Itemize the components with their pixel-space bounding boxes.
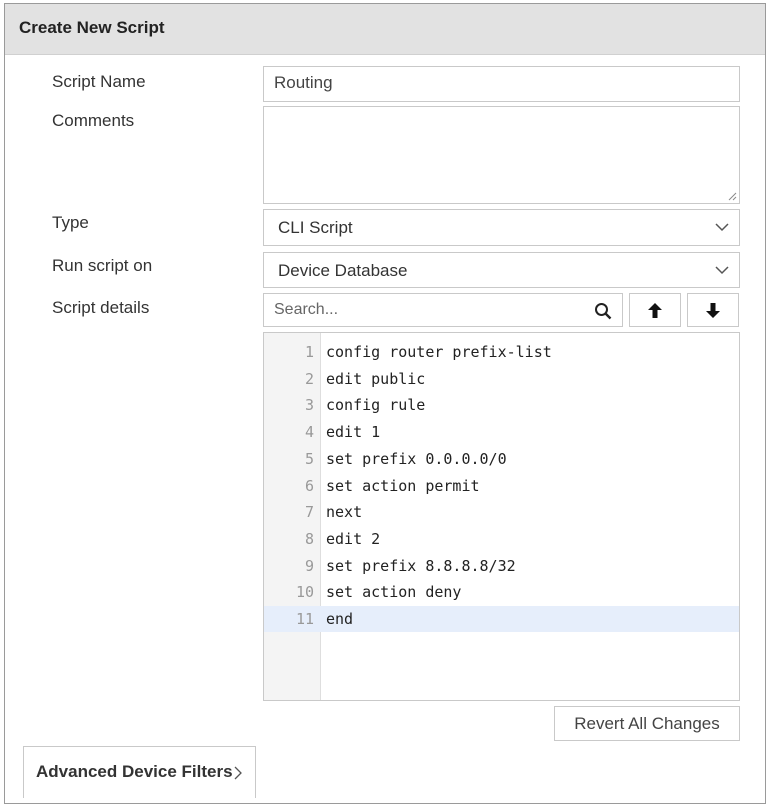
code-text: end [326,610,354,628]
line-number: 5 [304,449,314,468]
run-on-label: Run script on [52,256,153,275]
code-line[interactable]: 1 config router prefix-list [264,339,739,365]
code-text: set prefix 8.8.8.8/32 [326,556,516,575]
resize-grip-icon[interactable] [727,191,737,201]
line-number: 6 [304,476,314,495]
type-label: Type [52,213,89,232]
create-script-dialog: Create New Script Script Name Routing Co… [4,3,766,804]
search-prev-button[interactable] [629,293,681,327]
code-text: config rule [326,396,426,415]
chevron-down-icon [715,223,729,232]
line-number: 11 [295,610,314,628]
code-line[interactable]: 6 set action permit [264,473,739,499]
advanced-device-filters-label: Advanced Device Filters [36,762,233,781]
line-number: 9 [304,556,314,575]
run-on-value: Device Database [278,261,408,280]
script-code-editor[interactable]: 1 config router prefix-list 2 edit public 3 c… [263,332,740,701]
search-input[interactable]: Search... [263,293,623,327]
chevron-right-icon [234,766,242,780]
line-number: 1 [304,343,314,361]
search-next-button[interactable] [687,293,739,327]
run-on-select[interactable]: Device Database [263,252,740,288]
code-line[interactable]: 9 set prefix 8.8.8.8/32 [264,553,739,579]
line-number: 8 [304,529,314,548]
script-name-value: Routing [274,73,333,92]
advanced-device-filters-toggle[interactable]: Advanced Device Filters [23,746,256,798]
script-name-input[interactable]: Routing [263,66,740,102]
arrow-up-icon [648,303,662,318]
code-line[interactable]: 3 config rule [264,392,739,418]
code-text: next [326,503,363,522]
code-line[interactable]: 10 set action deny [264,579,739,605]
code-text: set action permit [326,476,480,495]
script-details-label: Script details [52,298,150,317]
search-icon[interactable] [594,302,612,320]
revert-all-changes-button[interactable]: Revert All Changes [554,706,740,741]
line-number: 4 [304,423,314,442]
type-select[interactable]: CLI Script [263,209,740,246]
comments-textarea[interactable] [263,106,740,204]
chevron-down-icon [715,266,729,275]
line-number: 10 [295,583,314,602]
code-line[interactable]: 8 edit 2 [264,526,739,552]
code-line[interactable]: 4 edit 1 [264,419,739,445]
script-name-label: Script Name [52,72,146,91]
code-text: config router prefix-list [326,343,552,361]
dialog-title: Create New Script [19,18,165,37]
line-number: 3 [304,396,314,415]
code-line[interactable]: 2 edit public [264,366,739,392]
search-placeholder: Search... [274,301,339,318]
code-line[interactable]: 11 end [264,606,739,632]
code-text: edit public [326,369,426,388]
code-line[interactable]: 5 set prefix 0.0.0.0/0 [264,446,739,472]
line-number: 7 [304,503,314,522]
code-text: edit 1 [326,423,381,442]
dialog-header: Create New Script [5,4,765,55]
code-text: set prefix 0.0.0.0/0 [326,449,507,468]
comments-label: Comments [52,111,135,130]
arrow-down-icon [706,303,720,318]
type-value: CLI Script [278,218,353,237]
code-text: set action deny [326,583,462,602]
line-number: 2 [304,369,314,388]
code-text: edit 2 [326,529,381,548]
code-line[interactable]: 7 next [264,499,739,525]
